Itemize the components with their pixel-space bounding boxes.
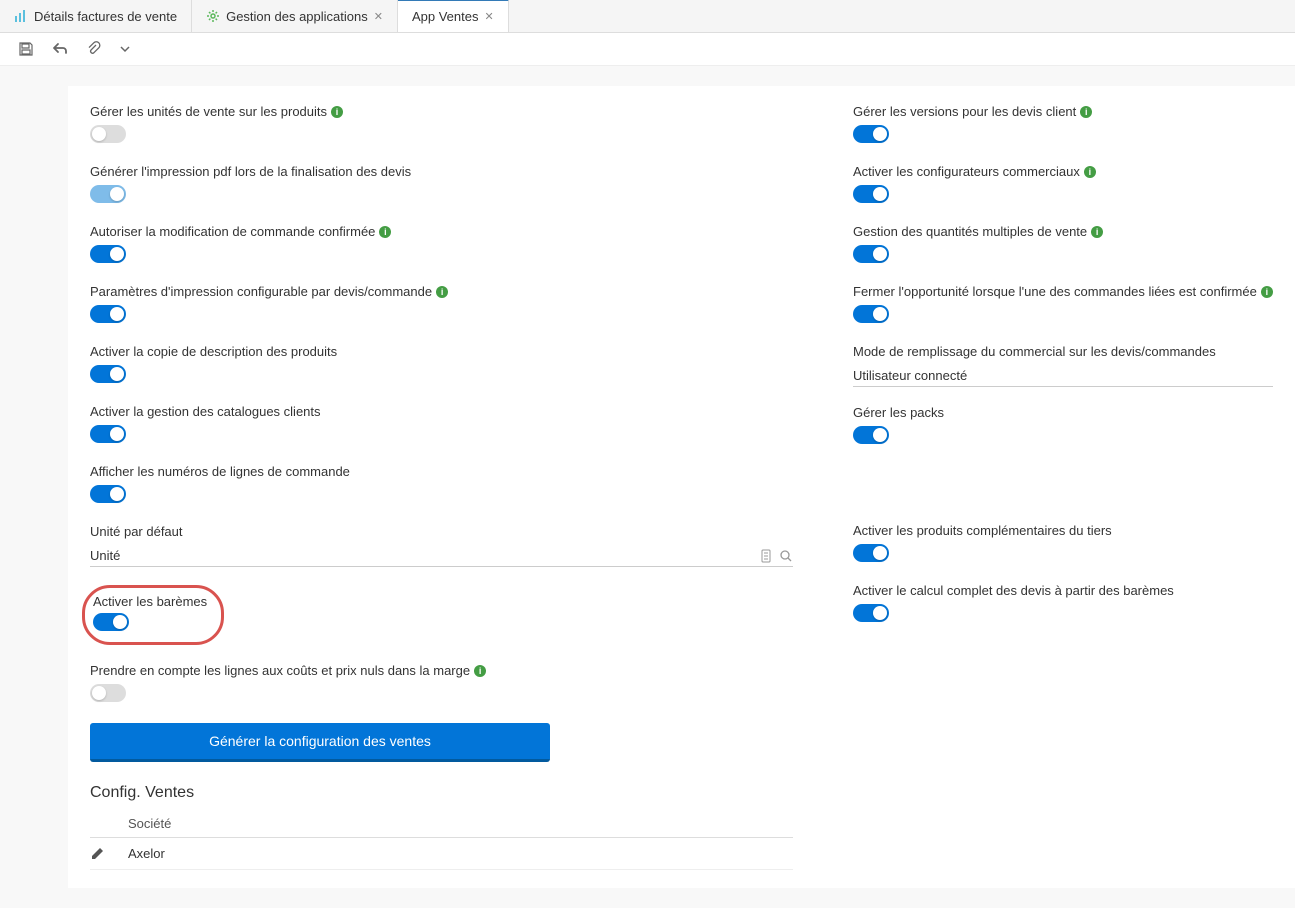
field-label-text: Activer les barèmes xyxy=(93,594,207,609)
field-pdf-quote: Générer l'impression pdf lors de la fina… xyxy=(90,164,793,206)
unit-default-input[interactable]: Unité xyxy=(90,545,793,567)
toggle-catalog-mgmt[interactable] xyxy=(90,425,126,443)
generate-config-button[interactable]: Générer la configuration des ventes xyxy=(90,723,550,762)
field-line-numbers: Afficher les numéros de lignes de comman… xyxy=(90,464,793,506)
toggle-baremes[interactable] xyxy=(93,613,129,631)
toolbar xyxy=(0,33,1295,66)
field-modify-confirmed: Autoriser la modification de commande co… xyxy=(90,224,793,266)
info-icon[interactable]: i xyxy=(1261,286,1273,298)
field-copy-desc: Activer la copie de description des prod… xyxy=(90,344,793,386)
info-icon[interactable]: i xyxy=(331,106,343,118)
field-margin-zero: Prendre en compte les lignes aux coûts e… xyxy=(90,663,793,705)
info-icon[interactable]: i xyxy=(436,286,448,298)
back-icon[interactable] xyxy=(52,41,68,57)
save-icon[interactable] xyxy=(18,41,34,57)
toggle-margin-zero[interactable] xyxy=(90,684,126,702)
close-icon[interactable]: ✕ xyxy=(484,10,493,23)
right-column: Gérer les versions pour les devis client… xyxy=(853,104,1273,870)
info-icon[interactable]: i xyxy=(1091,226,1103,238)
toggle-multi-qty[interactable] xyxy=(853,245,889,263)
toggle-full-calc[interactable] xyxy=(853,604,889,622)
field-label-text: Fermer l'opportunité lorsque l'une des c… xyxy=(853,284,1257,299)
field-label-text: Gérer les packs xyxy=(853,405,944,420)
config-header-label: Société xyxy=(128,816,793,831)
field-label-text: Activer la copie de description des prod… xyxy=(90,344,337,359)
toggle-pdf-quote[interactable] xyxy=(90,185,126,203)
field-versions-quote: Gérer les versions pour les devis client… xyxy=(853,104,1273,146)
tab-invoice-details[interactable]: Détails factures de vente xyxy=(0,0,192,32)
field-configurators: Activer les configurateurs commerciaux i xyxy=(853,164,1273,206)
info-icon[interactable]: i xyxy=(1080,106,1092,118)
settings-panel: Gérer les unités de vente sur les produi… xyxy=(68,86,1295,888)
tab-label: Gestion des applications xyxy=(226,9,368,24)
toggle-line-numbers[interactable] xyxy=(90,485,126,503)
field-packs: Gérer les packs xyxy=(853,405,1273,447)
field-catalog-mgmt: Activer la gestion des catalogues client… xyxy=(90,404,793,446)
dropdown-icon[interactable] xyxy=(120,44,130,54)
field-label-text: Unité par défaut xyxy=(90,524,183,539)
field-label-text: Gérer les versions pour les devis client xyxy=(853,104,1076,119)
field-label-text: Activer la gestion des catalogues client… xyxy=(90,404,321,419)
field-label-text: Générer l'impression pdf lors de la fina… xyxy=(90,164,411,179)
content: Gérer les unités de vente sur les produi… xyxy=(0,66,1295,908)
toggle-comp-products[interactable] xyxy=(853,544,889,562)
tabs-bar: Détails factures de vente Gestion des ap… xyxy=(0,0,1295,33)
tab-label: App Ventes xyxy=(412,9,479,24)
close-icon[interactable]: ✕ xyxy=(374,10,383,23)
field-fill-mode: Mode de remplissage du commercial sur le… xyxy=(853,344,1273,387)
field-unit-default: Unité par défaut Unité xyxy=(90,524,793,567)
field-label-text: Paramètres d'impression configurable par… xyxy=(90,284,432,299)
toggle-modify-confirmed[interactable] xyxy=(90,245,126,263)
toggle-copy-desc[interactable] xyxy=(90,365,126,383)
field-comp-products: Activer les produits complémentaires du … xyxy=(853,523,1273,565)
fill-mode-value[interactable]: Utilisateur connecté xyxy=(853,365,1273,387)
field-label-text: Activer le calcul complet des devis à pa… xyxy=(853,583,1174,598)
toggle-versions-quote[interactable] xyxy=(853,125,889,143)
tab-label: Détails factures de vente xyxy=(34,9,177,24)
chart-icon xyxy=(14,9,28,23)
toggle-packs[interactable] xyxy=(853,426,889,444)
field-print-params: Paramètres d'impression configurable par… xyxy=(90,284,793,326)
field-label-text: Afficher les numéros de lignes de comman… xyxy=(90,464,350,479)
toggle-units-sale[interactable] xyxy=(90,125,126,143)
document-icon[interactable] xyxy=(759,549,773,563)
highlight-oval: Activer les barèmes xyxy=(82,585,224,645)
gear-icon xyxy=(206,9,220,23)
toggle-close-oppo[interactable] xyxy=(853,305,889,323)
toggle-print-params[interactable] xyxy=(90,305,126,323)
config-table-header: Société xyxy=(90,810,793,838)
info-icon[interactable]: i xyxy=(379,226,391,238)
config-row-label: Axelor xyxy=(128,846,793,861)
search-icon[interactable] xyxy=(779,549,793,563)
field-full-calc: Activer le calcul complet des devis à pa… xyxy=(853,583,1273,625)
edit-icon[interactable] xyxy=(90,847,128,861)
tab-app-management[interactable]: Gestion des applications ✕ xyxy=(192,0,398,32)
field-close-oppo: Fermer l'opportunité lorsque l'une des c… xyxy=(853,284,1273,326)
unit-default-value: Unité xyxy=(90,548,759,563)
tab-app-sales[interactable]: App Ventes ✕ xyxy=(398,0,509,32)
attachment-icon[interactable] xyxy=(86,41,102,57)
field-label-text: Gestion des quantités multiples de vente xyxy=(853,224,1087,239)
field-label-text: Gérer les unités de vente sur les produi… xyxy=(90,104,327,119)
field-multi-qty: Gestion des quantités multiples de vente… xyxy=(853,224,1273,266)
field-units-sale: Gérer les unités de vente sur les produi… xyxy=(90,104,793,146)
field-label-text: Mode de remplissage du commercial sur le… xyxy=(853,344,1216,359)
config-section-title: Config. Ventes xyxy=(90,784,793,802)
field-label-text: Prendre en compte les lignes aux coûts e… xyxy=(90,663,470,678)
info-icon[interactable]: i xyxy=(1084,166,1096,178)
toggle-configurators[interactable] xyxy=(853,185,889,203)
left-column: Gérer les unités de vente sur les produi… xyxy=(90,104,793,870)
field-baremes: Activer les barèmes xyxy=(90,585,793,645)
field-label-text: Activer les produits complémentaires du … xyxy=(853,523,1112,538)
field-label-text: Autoriser la modification de commande co… xyxy=(90,224,375,239)
info-icon[interactable]: i xyxy=(474,665,486,677)
field-label-text: Activer les configurateurs commerciaux xyxy=(853,164,1080,179)
